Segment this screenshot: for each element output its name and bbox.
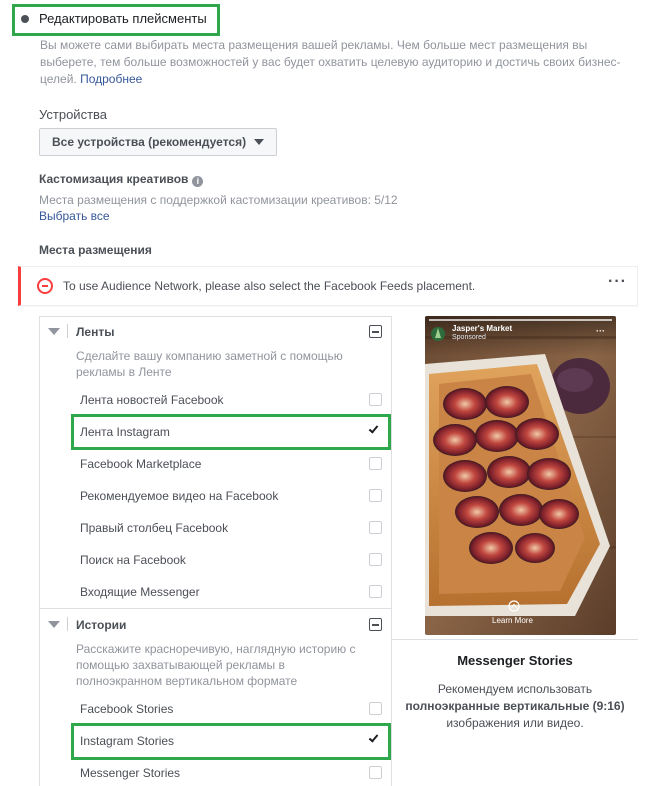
svg-text:···: ··· <box>596 326 605 336</box>
placement-item[interactable]: Поиск на Facebook <box>80 553 186 567</box>
devices-title: Устройства <box>39 107 108 122</box>
more-options-icon[interactable]: ··· <box>608 273 627 291</box>
placement-checkbox[interactable] <box>369 489 382 502</box>
placement-item[interactable]: Лента Instagram <box>80 425 170 439</box>
edit-placements-description: Вы можете сами выбирать места размещения… <box>40 38 621 86</box>
warning-text: To use Audience Network, please also sel… <box>63 279 476 293</box>
group-title-feeds: Ленты <box>76 325 115 339</box>
group-feeds-description: Сделайте вашу компанию заметной с помощь… <box>76 349 343 379</box>
group-divider <box>40 608 391 609</box>
placement-item[interactable]: Входящие Messenger <box>80 585 200 599</box>
group-title-stories: Истории <box>76 618 127 632</box>
placement-checkbox[interactable] <box>369 521 382 534</box>
placement-checkbox[interactable] <box>369 553 382 566</box>
preview-description: Рекомендуем использовать полноэкранные в… <box>405 682 625 730</box>
placements-title: Места размещения <box>39 243 152 257</box>
group-stories-checkbox[interactable] <box>369 618 382 631</box>
preview-sponsored: Sponsored <box>452 334 486 341</box>
placement-item[interactable]: Facebook Marketplace <box>80 457 201 471</box>
story-preview-image: ··· Jasper's Market Sponsored Learn More <box>425 316 616 635</box>
placement-checkbox[interactable] <box>369 457 382 470</box>
select-all-link[interactable]: Выбрать все <box>39 209 110 223</box>
placement-item[interactable]: Правый столбец Facebook <box>80 521 228 535</box>
placement-checkbox[interactable] <box>368 423 382 438</box>
divider <box>67 617 68 631</box>
placement-item[interactable]: Facebook Stories <box>80 702 173 716</box>
warning-banner: To use Audience Network, please also sel… <box>18 266 638 306</box>
preview-divider <box>392 639 638 640</box>
group-feeds-checkbox[interactable] <box>369 325 382 338</box>
fig-tart-photo: ··· <box>425 316 616 635</box>
placement-checkbox[interactable] <box>368 732 382 747</box>
creative-customization-title: Кастомизация креативов i <box>39 172 204 187</box>
placement-checkbox[interactable] <box>369 393 382 406</box>
placement-item[interactable]: Instagram Stories <box>80 734 174 748</box>
collapse-caret-icon[interactable] <box>48 328 60 335</box>
preview-learn-more[interactable]: Learn More <box>492 616 533 625</box>
error-circle-icon <box>37 278 53 294</box>
placement-item[interactable]: Лента новостей Facebook <box>80 393 224 407</box>
devices-dropdown[interactable]: Все устройства (рекомендуется) <box>39 128 277 156</box>
placement-checkbox[interactable] <box>369 766 382 779</box>
placement-checkbox[interactable] <box>369 585 382 598</box>
info-icon[interactable]: i <box>192 176 204 187</box>
edit-placements-label[interactable]: Редактировать плейсменты <box>39 11 207 26</box>
checkmark-icon <box>368 423 379 434</box>
edit-placements-radio[interactable] <box>21 15 29 23</box>
more-link[interactable]: Подробнее <box>80 72 142 86</box>
group-stories-description: Расскажите красноречивую, наглядную исто… <box>76 642 356 688</box>
caret-down-icon <box>254 139 265 145</box>
collapse-caret-icon[interactable] <box>48 621 60 628</box>
creative-customization-subtitle: Места размещения с поддержкой кастомизац… <box>39 193 398 207</box>
divider <box>67 324 68 338</box>
devices-selected: Все устройства (рекомендуется) <box>52 135 247 149</box>
placement-item[interactable]: Рекомендуемое видео на Facebook <box>80 489 278 503</box>
placement-item[interactable]: Messenger Stories <box>80 766 180 780</box>
placement-checkbox[interactable] <box>369 702 382 715</box>
preview-title: Messenger Stories <box>457 653 573 668</box>
preview-account-name: Jasper's Market <box>452 324 513 333</box>
checkmark-icon <box>368 732 379 743</box>
